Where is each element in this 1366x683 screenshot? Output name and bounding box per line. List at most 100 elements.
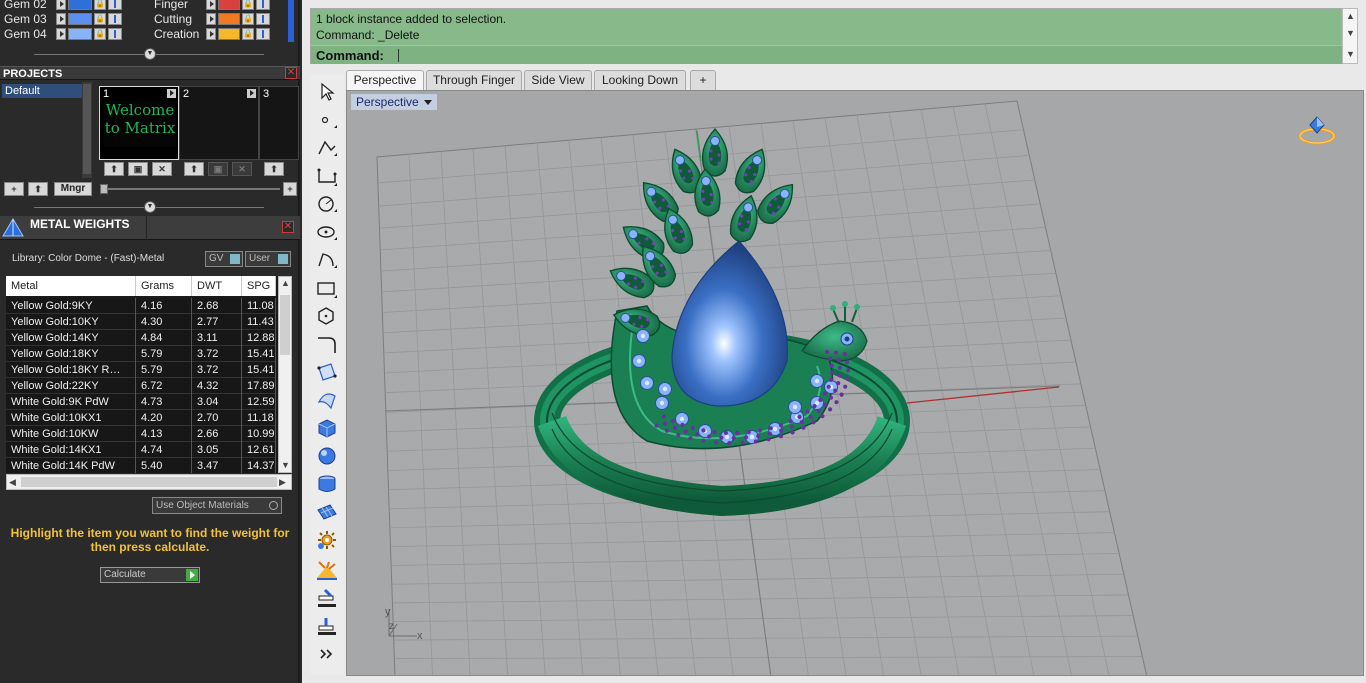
close-icon[interactable]: ✕ [285, 67, 297, 79]
collapse-toggle-icon[interactable]: ▼ [144, 48, 156, 60]
slot-up-button[interactable]: ⬆ [184, 162, 204, 176]
table-row[interactable]: White Gold:10KX1 4.20 2.70 11.18 [6, 410, 276, 426]
scroll-thumb[interactable] [280, 295, 290, 355]
zoom-plus-button[interactable]: + [283, 182, 297, 196]
viewport-scene[interactable]: y z x [347, 91, 1364, 676]
move-up-button[interactable]: ⬆ [28, 182, 48, 196]
tab-side-view[interactable]: Side View [524, 70, 592, 90]
calculate-button[interactable]: Calculate [100, 567, 200, 583]
layer-expand-icon[interactable] [206, 0, 216, 10]
layer-scroll-indicator[interactable] [288, 0, 294, 42]
scroll-right-icon[interactable]: ▶ [279, 477, 286, 488]
arc-icon[interactable] [315, 248, 339, 272]
table-row[interactable]: White Gold:14K PdW 5.40 3.47 14.37 [6, 458, 276, 473]
scroll-up-icon[interactable]: ▲ [1346, 11, 1355, 21]
analysis-tool-icon[interactable] [315, 614, 339, 638]
table-row[interactable]: Yellow Gold:14KY 4.84 3.11 12.88 [6, 330, 276, 346]
project-list-scrollbar[interactable] [82, 82, 92, 178]
fillet-icon[interactable] [315, 332, 339, 356]
table-row[interactable]: Yellow Gold:18KY R… 5.79 3.72 15.41 [6, 362, 276, 378]
layer-expand-icon[interactable] [206, 28, 216, 40]
gv-toggle[interactable]: GV [205, 251, 243, 267]
add-tab-button[interactable]: + [690, 70, 716, 90]
tab-looking-down[interactable]: Looking Down [594, 70, 686, 90]
scroll-thumb[interactable] [21, 477, 277, 487]
cylinder-solid-icon[interactable] [315, 472, 339, 496]
layer-color-swatch[interactable] [218, 28, 240, 40]
layer-row[interactable]: Finger 🔒 [0, 0, 298, 12]
radio-icon[interactable] [269, 501, 278, 510]
slot-menu-icon[interactable] [167, 89, 176, 98]
sphere-solid-icon[interactable] [315, 444, 339, 468]
layer-color-swatch[interactable] [218, 0, 240, 10]
command-input[interactable]: Command: [311, 45, 1343, 64]
layer-row[interactable]: Cutting 🔒 [0, 12, 298, 27]
gear-icon[interactable] [315, 528, 339, 552]
scroll-down-icon[interactable]: ▼ [1346, 28, 1355, 38]
column-header-grams[interactable]: Grams [136, 276, 192, 296]
table-vertical-scrollbar[interactable]: ▲ ▼ [278, 276, 292, 473]
user-toggle[interactable]: User [245, 251, 291, 267]
close-icon[interactable]: ✕ [282, 221, 294, 233]
table-row[interactable]: White Gold:14KX1 4.74 3.05 12.61 [6, 442, 276, 458]
mesh-icon[interactable] [315, 500, 339, 524]
render-icon[interactable] [315, 558, 339, 582]
slot-delete-button[interactable]: ✕ [232, 162, 252, 176]
use-object-materials-option[interactable]: Use Object Materials [152, 497, 282, 514]
table-row[interactable]: White Gold:10KW 4.13 2.66 10.99 [6, 426, 276, 442]
layer-color-swatch[interactable] [218, 13, 240, 25]
project-slot-1[interactable]: 1 Welcome to Matrix [99, 86, 179, 160]
select-arrow-icon[interactable] [315, 80, 339, 104]
command-scrollbar[interactable]: ▲ ▼ ▼ [1342, 8, 1358, 64]
box-solid-icon[interactable] [315, 416, 339, 440]
lock-icon[interactable]: 🔒 [242, 28, 254, 40]
perspective-viewport[interactable]: y z x Perspective [346, 90, 1364, 676]
slot-save-button[interactable]: ▣ [128, 162, 148, 176]
column-header-dwt[interactable]: DWT [192, 276, 242, 296]
surface-edit-icon[interactable] [315, 360, 339, 384]
project-slot-2[interactable]: 2 [179, 86, 259, 160]
slider-knob[interactable] [100, 184, 108, 194]
tab-through-finger[interactable]: Through Finger [426, 70, 522, 90]
column-header-metal[interactable]: Metal [6, 276, 136, 296]
collapse-toggle-icon[interactable]: ▼ [144, 201, 156, 213]
measure-tool-icon[interactable] [315, 586, 339, 610]
ellipse-icon[interactable] [315, 220, 339, 244]
slot-up-button[interactable]: ⬆ [264, 162, 284, 176]
lock-icon[interactable]: 🔒 [242, 13, 254, 25]
column-header-spg[interactable]: SPG [242, 276, 276, 296]
visibility-icon[interactable] [256, 13, 270, 25]
project-slot-3[interactable]: 3 [259, 86, 299, 160]
scroll-thumb[interactable] [83, 84, 91, 174]
slot-menu-icon[interactable] [247, 89, 256, 98]
manager-button[interactable]: Mngr [54, 182, 92, 196]
table-row[interactable]: Yellow Gold:18KY 5.79 3.72 15.41 [6, 346, 276, 362]
polyline-icon[interactable] [315, 136, 339, 160]
scroll-down-icon[interactable]: ▼ [1346, 49, 1355, 59]
circle-icon[interactable] [315, 192, 339, 216]
project-item-default[interactable]: Default [2, 84, 82, 98]
slot-delete-button[interactable]: ✕ [152, 162, 172, 176]
slot-up-button[interactable]: ⬆ [104, 162, 124, 176]
table-row[interactable]: White Gold:9K PdW 4.73 3.04 12.59 [6, 394, 276, 410]
table-row[interactable]: Yellow Gold:10KY 4.30 2.77 11.43 [6, 314, 276, 330]
table-horizontal-scrollbar[interactable]: ◀ ▶ [6, 474, 292, 490]
tab-perspective[interactable]: Perspective [346, 70, 424, 90]
thumbnail-slider[interactable] [104, 188, 280, 190]
scroll-left-icon[interactable]: ◀ [9, 477, 16, 488]
layer-expand-icon[interactable] [206, 13, 216, 25]
add-project-button[interactable]: + [4, 182, 24, 196]
visibility-icon[interactable] [256, 0, 270, 10]
curve-icon[interactable] [315, 164, 339, 188]
table-row[interactable]: Yellow Gold:22KY 6.72 4.32 17.89 [6, 378, 276, 394]
layer-row[interactable]: Creation 🔒 [0, 27, 298, 42]
polygon-icon[interactable] [315, 304, 339, 328]
point-icon[interactable] [315, 108, 339, 132]
lock-icon[interactable]: 🔒 [242, 0, 254, 10]
slot-save-button[interactable]: ▣ [208, 162, 228, 176]
visibility-icon[interactable] [256, 28, 270, 40]
scroll-down-icon[interactable]: ▼ [281, 460, 290, 470]
table-row[interactable]: Yellow Gold:9KY 4.16 2.68 11.08 [6, 298, 276, 314]
more-tools-icon[interactable] [315, 642, 339, 666]
scroll-up-icon[interactable]: ▲ [281, 278, 290, 288]
